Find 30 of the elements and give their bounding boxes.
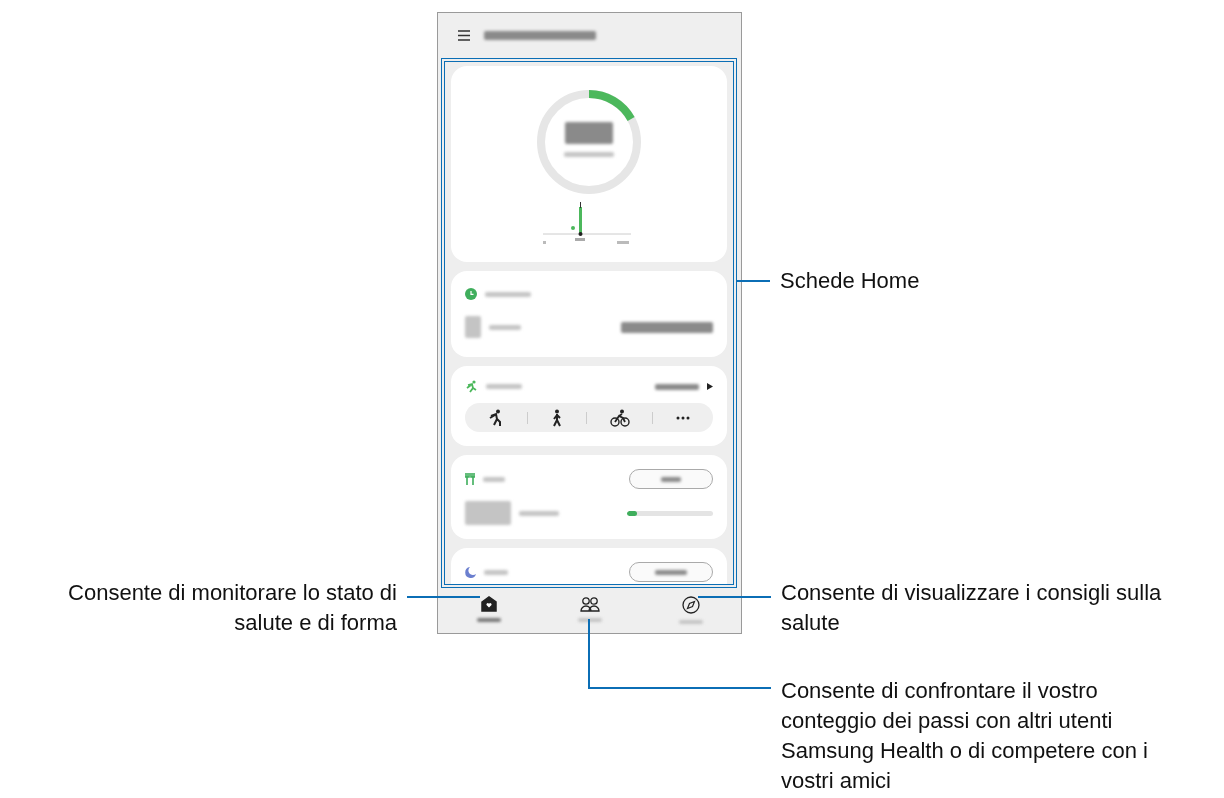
callout-text: Consente di monitorare lo stato di salute e di forma — [68, 579, 397, 637]
blurred-minutes — [465, 316, 481, 338]
moon-icon — [465, 566, 476, 578]
blurred-step-count — [565, 122, 613, 144]
fork-icon — [465, 473, 475, 485]
blurred-goal — [519, 510, 559, 516]
blurred-card-title — [485, 291, 531, 297]
callout-text: Consente di confrontare il vostro conteggio dei passi con altri utenti Samsung Health o di competere con i vostri amici — [781, 677, 1148, 795]
compass-icon — [681, 596, 700, 614]
callout-text: Consente di visualizzare i consigli sulla salute — [781, 579, 1162, 637]
blurred-card-title — [486, 384, 522, 389]
more-icon[interactable] — [675, 415, 690, 420]
blurred-card-title — [484, 569, 508, 575]
add-button[interactable] — [629, 469, 713, 489]
people-icon — [579, 596, 600, 612]
blurred-calories — [465, 501, 511, 525]
clock-icon — [465, 288, 477, 300]
blurred-goal — [489, 324, 521, 330]
menu-icon[interactable] — [458, 29, 470, 41]
callout-text: Schede Home — [780, 267, 920, 295]
blurred-tab-label — [476, 618, 501, 622]
record-button[interactable] — [629, 562, 713, 582]
blurred-card-title — [483, 476, 505, 482]
blurred-step-goal — [564, 152, 614, 157]
cycling-icon[interactable] — [609, 408, 630, 427]
play-arrow-icon — [707, 383, 713, 390]
runner-icon — [465, 380, 478, 393]
view-history-link[interactable] — [655, 383, 713, 390]
home-icon — [480, 596, 497, 612]
active-time-card[interactable] — [451, 271, 727, 357]
